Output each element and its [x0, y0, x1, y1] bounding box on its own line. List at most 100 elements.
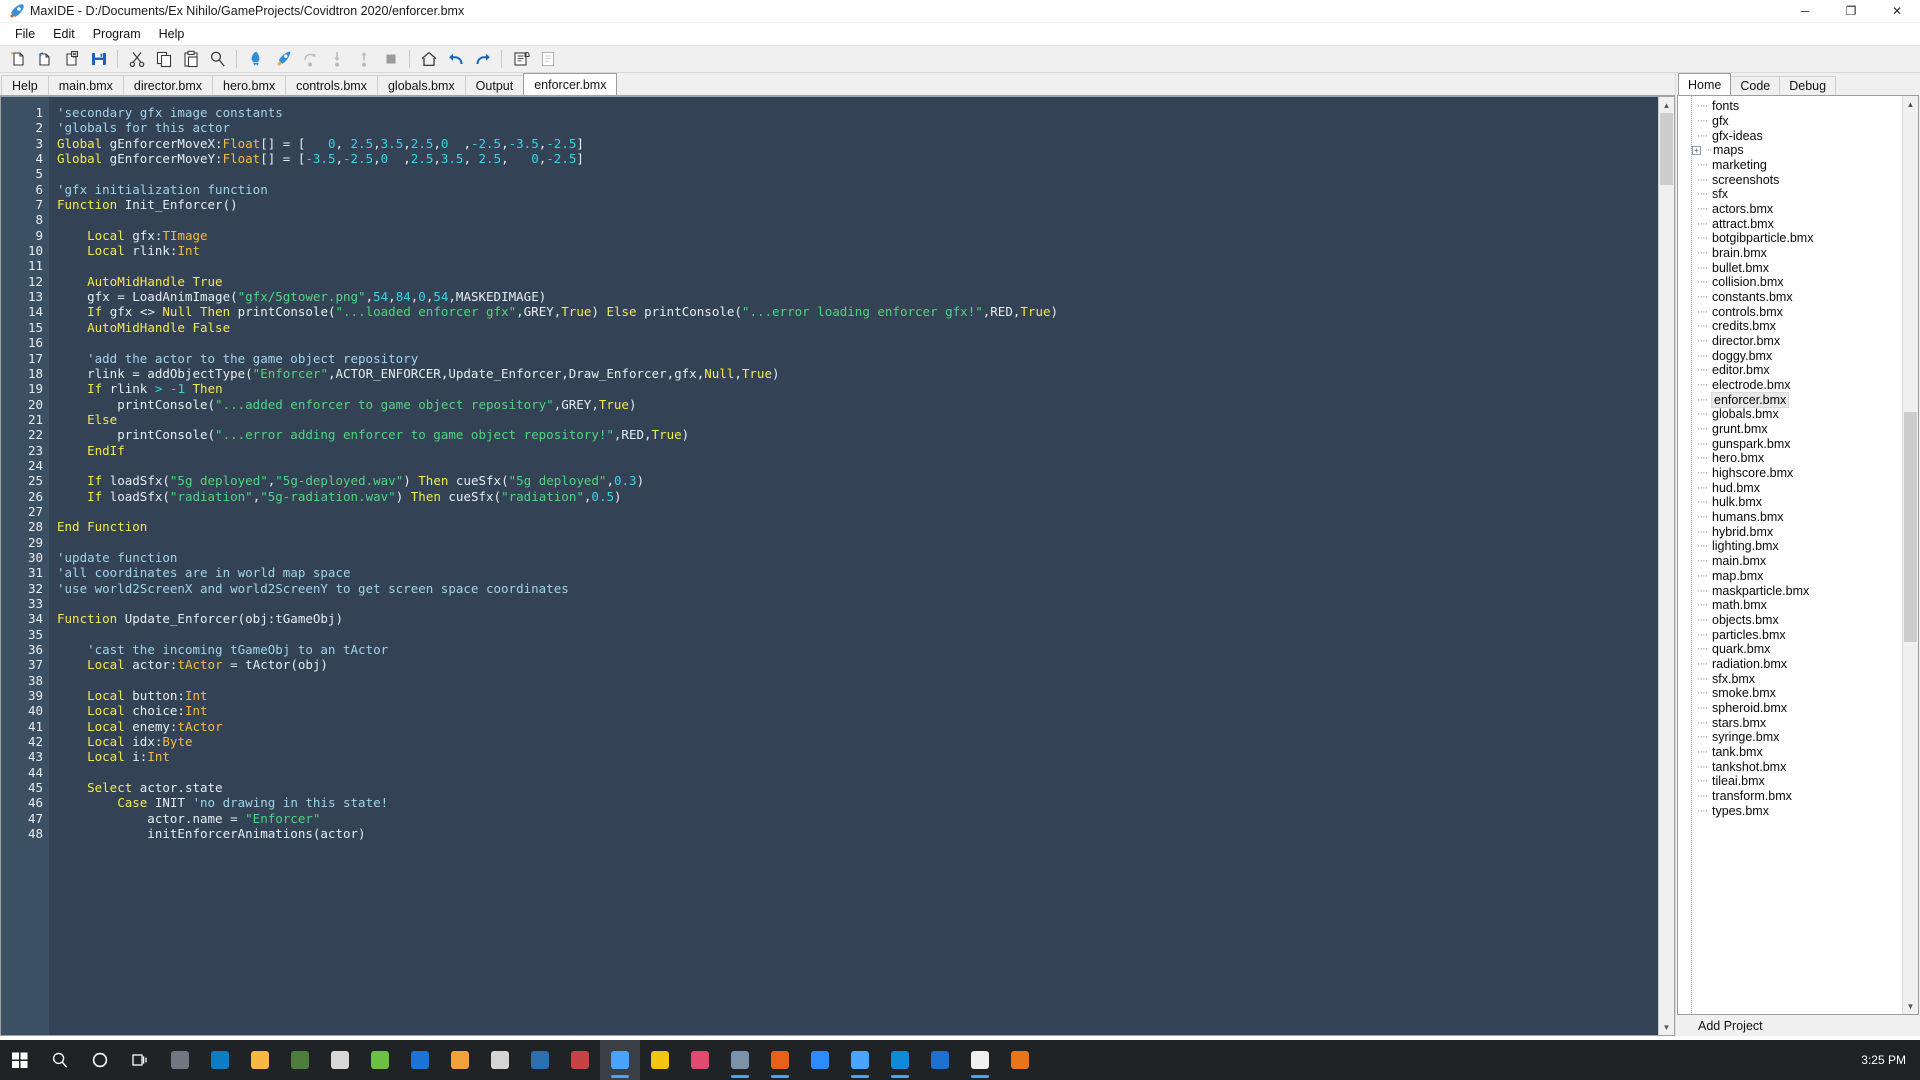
tree-item-gfx-ideas[interactable]: ···· gfx-ideas [1678, 128, 1902, 143]
code-line[interactable]: If gfx <> Null Then printConsole("...loa… [57, 304, 1658, 319]
code-line[interactable]: 'add the actor to the game object reposi… [57, 351, 1658, 366]
code-line[interactable]: Local actor:tActor = tActor(obj) [57, 657, 1658, 672]
taskbar-music-player-icon[interactable] [680, 1040, 720, 1080]
tree-item-main-bmx[interactable]: ···· main.bmx [1678, 554, 1902, 569]
tree-vertical-scrollbar[interactable]: ▲ ▼ [1902, 96, 1918, 1014]
tree-item-sfx[interactable]: ···· sfx [1678, 187, 1902, 202]
code-line[interactable]: Else [57, 412, 1658, 427]
taskbar-audacity-icon[interactable] [440, 1040, 480, 1080]
code-line[interactable] [57, 335, 1658, 350]
code-line[interactable]: If loadSfx("5g deployed","5g-deployed.wa… [57, 473, 1658, 488]
minimize-button[interactable]: ─ [1782, 0, 1828, 23]
code-line[interactable]: Function Update_Enforcer(obj:tGameObj) [57, 611, 1658, 626]
close-button[interactable]: ✕ [1874, 0, 1920, 23]
expand-plus-icon[interactable]: + [1692, 145, 1701, 155]
add-project-button[interactable]: Add Project [1676, 1016, 1920, 1036]
code-line[interactable] [57, 673, 1658, 688]
taskbar-notepad-plus-icon[interactable] [360, 1040, 400, 1080]
code-vertical-scrollbar[interactable]: ▲ ▼ [1658, 97, 1674, 1035]
editor-tab-controls-bmx[interactable]: controls.bmx [285, 75, 378, 95]
tree-item-objects-bmx[interactable]: ···· objects.bmx [1678, 613, 1902, 628]
code-line[interactable]: Function Init_Enforcer() [57, 197, 1658, 212]
code-line[interactable]: Local button:Int [57, 688, 1658, 703]
tree-item-maps[interactable]: + ·· maps [1678, 143, 1902, 158]
maximize-button[interactable]: ❐ [1828, 0, 1874, 23]
new-file-icon[interactable] [5, 47, 30, 72]
tree-item-globals-bmx[interactable]: ···· globals.bmx [1678, 407, 1902, 422]
taskbar-mail-icon[interactable] [920, 1040, 960, 1080]
editor-tab-director-bmx[interactable]: director.bmx [122, 75, 213, 95]
project-tab-code[interactable]: Code [1730, 76, 1781, 95]
code-line[interactable] [57, 765, 1658, 780]
scroll-track[interactable] [1659, 113, 1674, 1019]
undo-icon[interactable] [443, 47, 468, 72]
home-icon[interactable] [416, 47, 441, 72]
editor-tab-main-bmx[interactable]: main.bmx [47, 75, 124, 95]
tree-item-syringe-bmx[interactable]: ···· syringe.bmx [1678, 730, 1902, 745]
tree-item-director-bmx[interactable]: ···· director.bmx [1678, 334, 1902, 349]
taskbar-flash-icon[interactable] [640, 1040, 680, 1080]
tree-item-actors-bmx[interactable]: ···· actors.bmx [1678, 202, 1902, 217]
taskbar-edge-browser-icon[interactable] [200, 1040, 240, 1080]
taskbar-calculator-icon[interactable] [160, 1040, 200, 1080]
code-line[interactable]: gfx = LoadAnimImage("gfx/5gtower.png",54… [57, 289, 1658, 304]
tree-item-screenshots[interactable]: ···· screenshots [1678, 172, 1902, 187]
code-line[interactable]: 'update function [57, 550, 1658, 565]
code-line[interactable]: Local idx:Byte [57, 734, 1658, 749]
code-line[interactable]: Local choice:Int [57, 703, 1658, 718]
code-line[interactable]: Case INIT 'no drawing in this state! [57, 795, 1658, 810]
open-file-icon[interactable] [32, 47, 57, 72]
tree-item-editor-bmx[interactable]: ···· editor.bmx [1678, 363, 1902, 378]
code-editor[interactable]: 1 2 3 4 5 6 7 8 9 10 11 12 13 14 15 16 17 18 19 20 21 22 23 24 2… [0, 95, 1675, 1036]
close-file-icon[interactable] [59, 47, 84, 72]
taskbar-maxide-icon[interactable] [600, 1040, 640, 1080]
tree-item-gunspark-bmx[interactable]: ···· gunspark.bmx [1678, 436, 1902, 451]
code-line[interactable]: rlink = addObjectType("Enforcer",ACTOR_E… [57, 366, 1658, 381]
code-line[interactable] [57, 627, 1658, 642]
tree-item-credits-bmx[interactable]: ···· credits.bmx [1678, 319, 1902, 334]
code-line[interactable]: 'gfx initialization function [57, 182, 1658, 197]
code-line[interactable]: End Function [57, 519, 1658, 534]
tree-item-botgibparticle-bmx[interactable]: ···· botgibparticle.bmx [1678, 231, 1902, 246]
code-line[interactable]: printConsole("...error adding enforcer t… [57, 427, 1658, 442]
code-line[interactable]: printConsole("...added enforcer to game … [57, 397, 1658, 412]
tree-item-gfx[interactable]: ···· gfx [1678, 114, 1902, 129]
code-line[interactable]: Select actor.state [57, 780, 1658, 795]
code-line[interactable]: If rlink > -1 Then [57, 381, 1658, 396]
taskbar-blender-icon[interactable] [840, 1040, 880, 1080]
taskbar-zoom-icon[interactable] [800, 1040, 840, 1080]
step-over-icon[interactable] [297, 47, 322, 72]
tree-item-brain-bmx[interactable]: ···· brain.bmx [1678, 246, 1902, 261]
taskbar-firefox-icon[interactable] [1000, 1040, 1040, 1080]
tree-item-fonts[interactable]: ···· fonts [1678, 99, 1902, 114]
taskbar-syringe-app-icon[interactable] [720, 1040, 760, 1080]
code-line[interactable]: 'cast the incoming tGameObj to an tActor [57, 642, 1658, 657]
tree-item-sfx-bmx[interactable]: ···· sfx.bmx [1678, 671, 1902, 686]
code-line[interactable]: Local rlink:Int [57, 243, 1658, 258]
tree-item-lighting-bmx[interactable]: ···· lighting.bmx [1678, 539, 1902, 554]
code-line[interactable] [57, 596, 1658, 611]
taskbar-tiled-editor-icon[interactable] [560, 1040, 600, 1080]
paste-icon[interactable] [178, 47, 203, 72]
tree-scroll-track[interactable] [1903, 112, 1918, 998]
tree-item-humans-bmx[interactable]: ···· humans.bmx [1678, 510, 1902, 525]
code-line[interactable]: Local enemy:tActor [57, 719, 1658, 734]
tree-item-types-bmx[interactable]: ···· types.bmx [1678, 803, 1902, 818]
tree-item-tank-bmx[interactable]: ···· tank.bmx [1678, 745, 1902, 760]
code-line[interactable] [57, 458, 1658, 473]
tree-item-particles-bmx[interactable]: ···· particles.bmx [1678, 627, 1902, 642]
editor-tab-output[interactable]: Output [464, 75, 525, 95]
code-line[interactable]: actor.name = "Enforcer" [57, 811, 1658, 826]
tree-scroll-thumb[interactable] [1904, 412, 1917, 642]
editor-tab-globals-bmx[interactable]: globals.bmx [376, 75, 466, 95]
tree-item-hud-bmx[interactable]: ···· hud.bmx [1678, 480, 1902, 495]
code-line[interactable]: Local gfx:TImage [57, 228, 1658, 243]
menu-item-program[interactable]: Program [84, 25, 150, 43]
document-icon[interactable] [535, 47, 560, 72]
tree-item-controls-bmx[interactable]: ···· controls.bmx [1678, 304, 1902, 319]
tree-scroll-down-arrow-icon[interactable]: ▼ [1903, 998, 1918, 1014]
taskbar-command-prompt-icon[interactable] [320, 1040, 360, 1080]
taskbar-search-icon[interactable] [40, 1040, 80, 1080]
tree-item-grunt-bmx[interactable]: ···· grunt.bmx [1678, 422, 1902, 437]
code-line[interactable]: Global gEnforcerMoveY:Float[] = [-3.5,-2… [57, 151, 1658, 166]
